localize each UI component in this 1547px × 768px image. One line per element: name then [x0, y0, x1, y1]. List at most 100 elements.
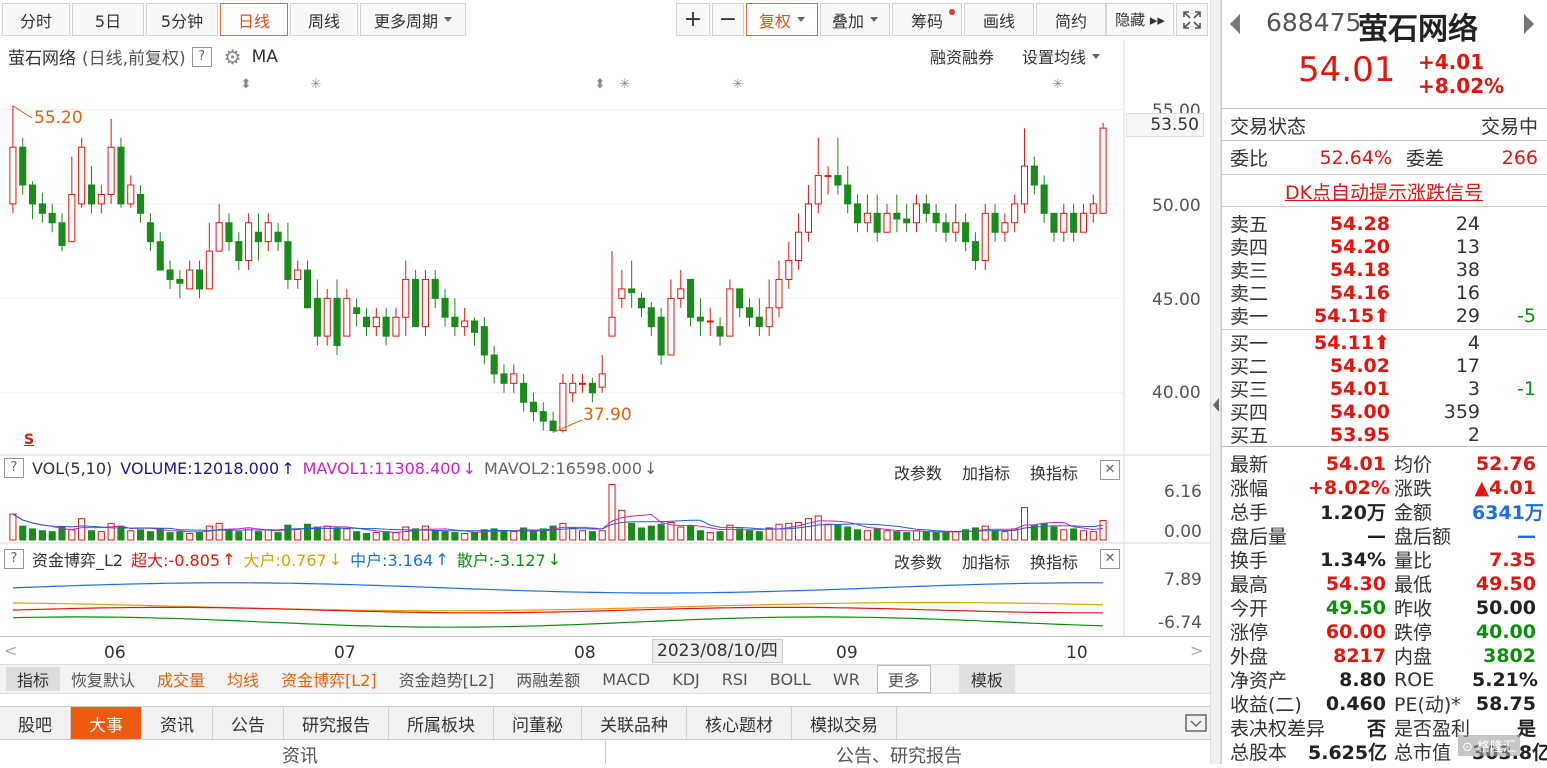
volume-bar — [569, 527, 577, 541]
tab-events[interactable]: 大事 — [71, 707, 142, 739]
fund-switch-indicator-button[interactable]: 换指标 — [1030, 549, 1078, 573]
volume-bar — [372, 532, 380, 541]
up-arrow-icon: ↑ — [435, 549, 449, 569]
candle-body — [1030, 165, 1038, 186]
indicator-macd[interactable]: MACD — [591, 670, 661, 689]
tab-guba[interactable]: 股吧 — [0, 707, 71, 739]
volume-bar — [647, 525, 655, 541]
order-book-row[interactable]: 卖二 54.16 16 — [1230, 281, 1538, 306]
dk-signal-link[interactable]: DK点自动提示涨跌信号 — [1230, 180, 1538, 204]
scroll-left-icon[interactable]: < — [4, 641, 17, 660]
level-volume: 24 — [1455, 212, 1480, 235]
volume-bar — [696, 530, 704, 541]
order-book-row[interactable]: 买四 54.00 359 — [1230, 400, 1538, 425]
panel-splitter[interactable] — [1210, 0, 1221, 764]
order-book-row[interactable]: 卖五 54.28 24 — [1230, 212, 1538, 237]
indicator-fund-game[interactable]: 资金博弈[L2] — [270, 667, 388, 691]
s-marker-icon[interactable]: S — [24, 432, 34, 448]
help-icon[interactable]: ? — [4, 458, 24, 478]
divider — [605, 741, 606, 764]
volume-bar — [510, 531, 518, 541]
event-marker-icon: ✳ — [311, 77, 322, 92]
order-book-row[interactable]: 买一 54.11⬆ 4 — [1230, 331, 1538, 356]
volume-bar — [736, 528, 744, 541]
indicator-kdj[interactable]: KDJ — [661, 670, 711, 689]
tab-sim-trade[interactable]: 模拟交易 — [792, 707, 897, 739]
indicator-wr[interactable]: WR — [822, 670, 871, 689]
volume-bar — [235, 531, 243, 541]
tab-related[interactable]: 关联品种 — [582, 707, 687, 739]
order-book-row[interactable]: 卖一 54.15⬆ 29 -5 — [1230, 304, 1538, 329]
template-button[interactable]: 模板 — [958, 665, 1015, 693]
help-icon[interactable]: ? — [4, 549, 24, 569]
tab-announcements[interactable]: 公告 — [213, 707, 284, 739]
mavol2-line — [12, 513, 1104, 532]
x-axis-label: 08 — [574, 643, 596, 663]
indicator-volume[interactable]: 成交量 — [146, 667, 216, 691]
next-stock-icon[interactable] — [1524, 14, 1534, 34]
candle-body — [991, 212, 999, 233]
mavol1-value: MAVOL1:11308.400 — [302, 458, 461, 478]
order-book-row[interactable]: 买三 54.01 3 -1 — [1230, 377, 1538, 402]
indicator-rsi[interactable]: RSI — [711, 670, 759, 689]
indicator-margin-diff[interactable]: 两融差额 — [505, 667, 591, 691]
tab-news[interactable]: 资讯 — [142, 707, 213, 739]
close-icon[interactable]: ✕ — [1100, 460, 1120, 480]
close-icon[interactable]: ✕ — [1100, 549, 1120, 569]
order-book-row[interactable]: 卖三 54.18 38 — [1230, 258, 1538, 283]
candle-body — [146, 222, 154, 243]
tab-core-topics[interactable]: 核心题材 — [687, 707, 792, 739]
more-indicators-button[interactable]: 更多 — [876, 665, 931, 693]
volume-bar — [451, 532, 459, 541]
vol-switch-indicator-button[interactable]: 换指标 — [1030, 460, 1078, 484]
tab-sectors[interactable]: 所属板块 — [389, 707, 494, 739]
tab-research[interactable]: 研究报告 — [284, 707, 389, 739]
volume-bar — [942, 532, 950, 541]
volume-bar — [863, 530, 871, 541]
volume-bar — [903, 532, 911, 541]
candle-body — [127, 184, 135, 205]
candle-body — [873, 212, 881, 233]
candle-body — [490, 354, 498, 375]
volume-bar — [343, 528, 351, 541]
stat-label: 昨收 — [1394, 598, 1433, 620]
indicator-boll[interactable]: BOLL — [759, 670, 822, 689]
volume-bar — [1079, 530, 1087, 541]
stat-label: 涨跌 — [1394, 478, 1433, 500]
volume-bar — [893, 531, 901, 541]
indicator-ma[interactable]: 均线 — [216, 667, 270, 691]
indicator-fund-trend[interactable]: 资金趋势[L2] — [388, 667, 506, 691]
tab-ask-secretary[interactable]: 问董秘 — [494, 707, 582, 739]
candle-body — [510, 373, 518, 384]
volume-bar — [687, 525, 695, 541]
fund-params-button[interactable]: 改参数 — [894, 549, 942, 573]
stat-row: 最新 54.01 均价 52.76 — [1230, 452, 1538, 477]
candle-body — [775, 278, 783, 309]
candle-body — [932, 212, 940, 224]
stat-row: 净资产 8.80 ROE 5.21% — [1230, 668, 1538, 693]
scroll-right-icon[interactable]: > — [1190, 641, 1203, 660]
order-book-row[interactable]: 卖四 54.20 13 — [1230, 235, 1538, 260]
volume-bar — [932, 532, 940, 541]
indicator-label[interactable]: 指标 — [6, 667, 61, 691]
vol-params-button[interactable]: 改参数 — [894, 460, 942, 484]
candle-body — [824, 175, 832, 178]
volume-bar — [264, 529, 272, 541]
order-book-row[interactable]: 买二 54.02 17 — [1230, 354, 1538, 379]
prev-stock-icon[interactable] — [1230, 14, 1240, 34]
restore-default-button[interactable]: 恢复默认 — [60, 667, 146, 691]
order-book-row[interactable]: 买五 53.95 2 — [1230, 423, 1538, 448]
collapse-panel-icon[interactable] — [1182, 707, 1210, 739]
level-label: 卖一 — [1230, 306, 1269, 328]
fund-add-indicator-button[interactable]: 加指标 — [962, 549, 1010, 573]
candle-body — [353, 307, 361, 314]
candle-body — [470, 320, 479, 333]
candle-body — [500, 373, 508, 384]
event-marker-icon: ✳ — [1053, 77, 1064, 92]
stat-value: 60.00 — [1325, 620, 1386, 643]
volume-bar — [127, 530, 135, 541]
volume-bar — [549, 525, 557, 541]
vol-add-indicator-button[interactable]: 加指标 — [962, 460, 1010, 484]
candle-body — [687, 278, 695, 318]
candle-body — [382, 316, 390, 337]
